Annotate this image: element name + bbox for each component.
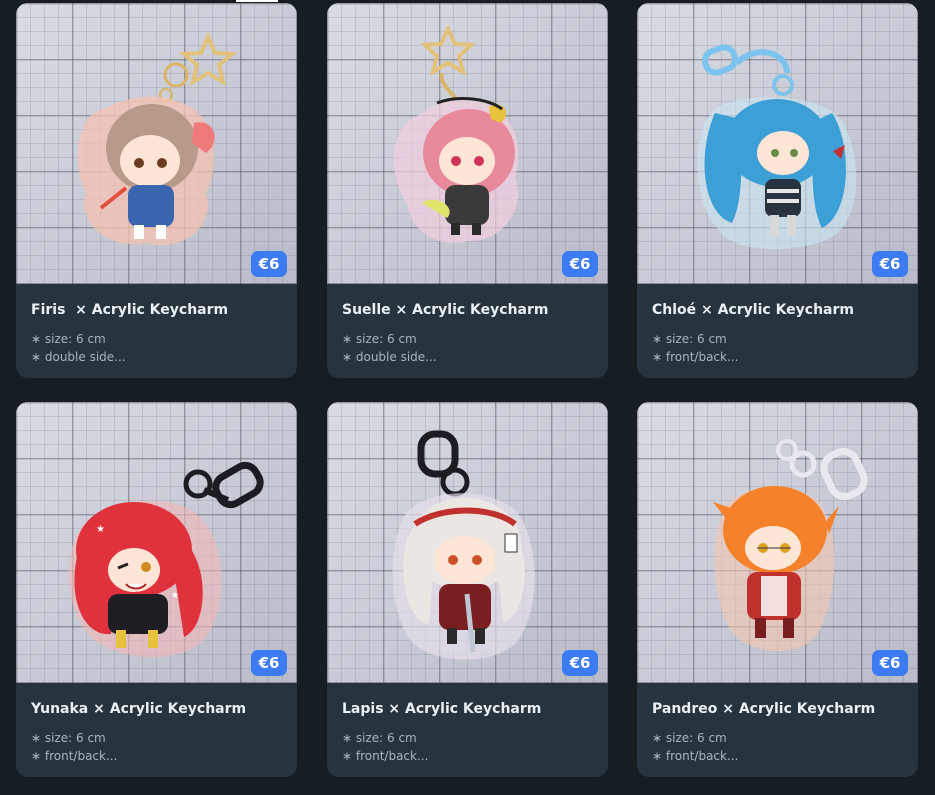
swivel-clasp-icon: [183, 461, 264, 509]
product-card-suelle[interactable]: €6 Suelle × Acrylic Keycharm ∗ size: 6 c…: [327, 3, 608, 378]
suelle-keycharm-image: [393, 24, 519, 244]
price-badge: €6: [872, 650, 908, 676]
product-title[interactable]: Yunaka × Acrylic Keycharm: [31, 701, 246, 717]
product-detail-size: ∗ size: 6 cm: [652, 332, 727, 346]
price-badge: €6: [562, 650, 598, 676]
product-info: Yunaka × Acrylic Keycharm ∗ size: 6 cm ∗…: [16, 683, 297, 777]
product-info: Lapis × Acrylic Keycharm ∗ size: 6 cm ∗ …: [327, 683, 608, 777]
chloe-keycharm-image: [697, 44, 857, 250]
product-card-chloe[interactable]: €6 Chloé × Acrylic Keycharm ∗ size: 6 cm…: [637, 3, 918, 378]
product-title[interactable]: Firis × Acrylic Keycharm: [31, 302, 228, 318]
product-photo[interactable]: [637, 3, 918, 284]
product-detail-size: ∗ size: 6 cm: [342, 731, 417, 745]
product-title[interactable]: Pandreo × Acrylic Keycharm: [652, 701, 875, 717]
product-title[interactable]: Chloé × Acrylic Keycharm: [652, 302, 854, 318]
product-card-firis[interactable]: €6 Firis × Acrylic Keycharm ∗ size: 6 cm…: [16, 3, 297, 378]
product-photo[interactable]: ★ ★: [16, 402, 297, 683]
product-detail-sides: ∗ front/back...: [652, 749, 739, 763]
product-info: Pandreo × Acrylic Keycharm ∗ size: 6 cm …: [637, 683, 918, 777]
svg-text:★: ★: [171, 591, 179, 601]
product-info: Firis × Acrylic Keycharm ∗ size: 6 cm ∗ …: [16, 284, 297, 378]
product-grid: €6 Firis × Acrylic Keycharm ∗ size: 6 cm…: [0, 0, 935, 795]
product-photo[interactable]: [327, 3, 608, 284]
swivel-clasp-icon: [701, 44, 794, 96]
product-info: Chloé × Acrylic Keycharm ∗ size: 6 cm ∗ …: [637, 284, 918, 378]
product-detail-sides: ∗ double side...: [31, 350, 126, 364]
firis-keycharm-image: [77, 32, 238, 245]
product-photo[interactable]: [327, 402, 608, 683]
price-badge: €6: [251, 251, 287, 277]
svg-text:★: ★: [96, 524, 105, 535]
product-photo[interactable]: [637, 402, 918, 683]
product-detail-sides: ∗ front/back...: [342, 749, 429, 763]
star-ring-icon: [420, 24, 476, 77]
lapis-keycharm-image: [392, 430, 535, 660]
product-detail-size: ∗ size: 6 cm: [342, 332, 417, 346]
product-title[interactable]: Suelle × Acrylic Keycharm: [342, 302, 548, 318]
yunaka-keycharm-image: ★ ★: [68, 461, 264, 658]
price-badge: €6: [251, 650, 287, 676]
product-detail-size: ∗ size: 6 cm: [31, 731, 106, 745]
product-card-lapis[interactable]: €6 Lapis × Acrylic Keycharm ∗ size: 6 cm…: [327, 402, 608, 777]
price-badge: €6: [562, 251, 598, 277]
product-detail-sides: ∗ front/back...: [31, 749, 118, 763]
product-detail-sides: ∗ double side...: [342, 350, 437, 364]
product-title[interactable]: Lapis × Acrylic Keycharm: [342, 701, 541, 717]
product-detail-size: ∗ size: 6 cm: [31, 332, 106, 346]
star-ring-icon: [178, 32, 238, 87]
product-detail-sides: ∗ front/back...: [652, 350, 739, 364]
scroll-indicator: [236, 0, 278, 2]
swivel-clasp-icon: [417, 430, 470, 497]
product-card-yunaka[interactable]: ★ ★ €6 Yunaka × Acrylic Keycharm ∗ size:…: [16, 402, 297, 777]
product-info: Suelle × Acrylic Keycharm ∗ size: 6 cm ∗…: [327, 284, 608, 378]
product-card-pandreo[interactable]: €6 Pandreo × Acrylic Keycharm ∗ size: 6 …: [637, 402, 918, 777]
pandreo-keycharm-image: [713, 439, 868, 652]
price-badge: €6: [872, 251, 908, 277]
product-detail-size: ∗ size: 6 cm: [652, 731, 727, 745]
product-photo[interactable]: [16, 3, 297, 284]
